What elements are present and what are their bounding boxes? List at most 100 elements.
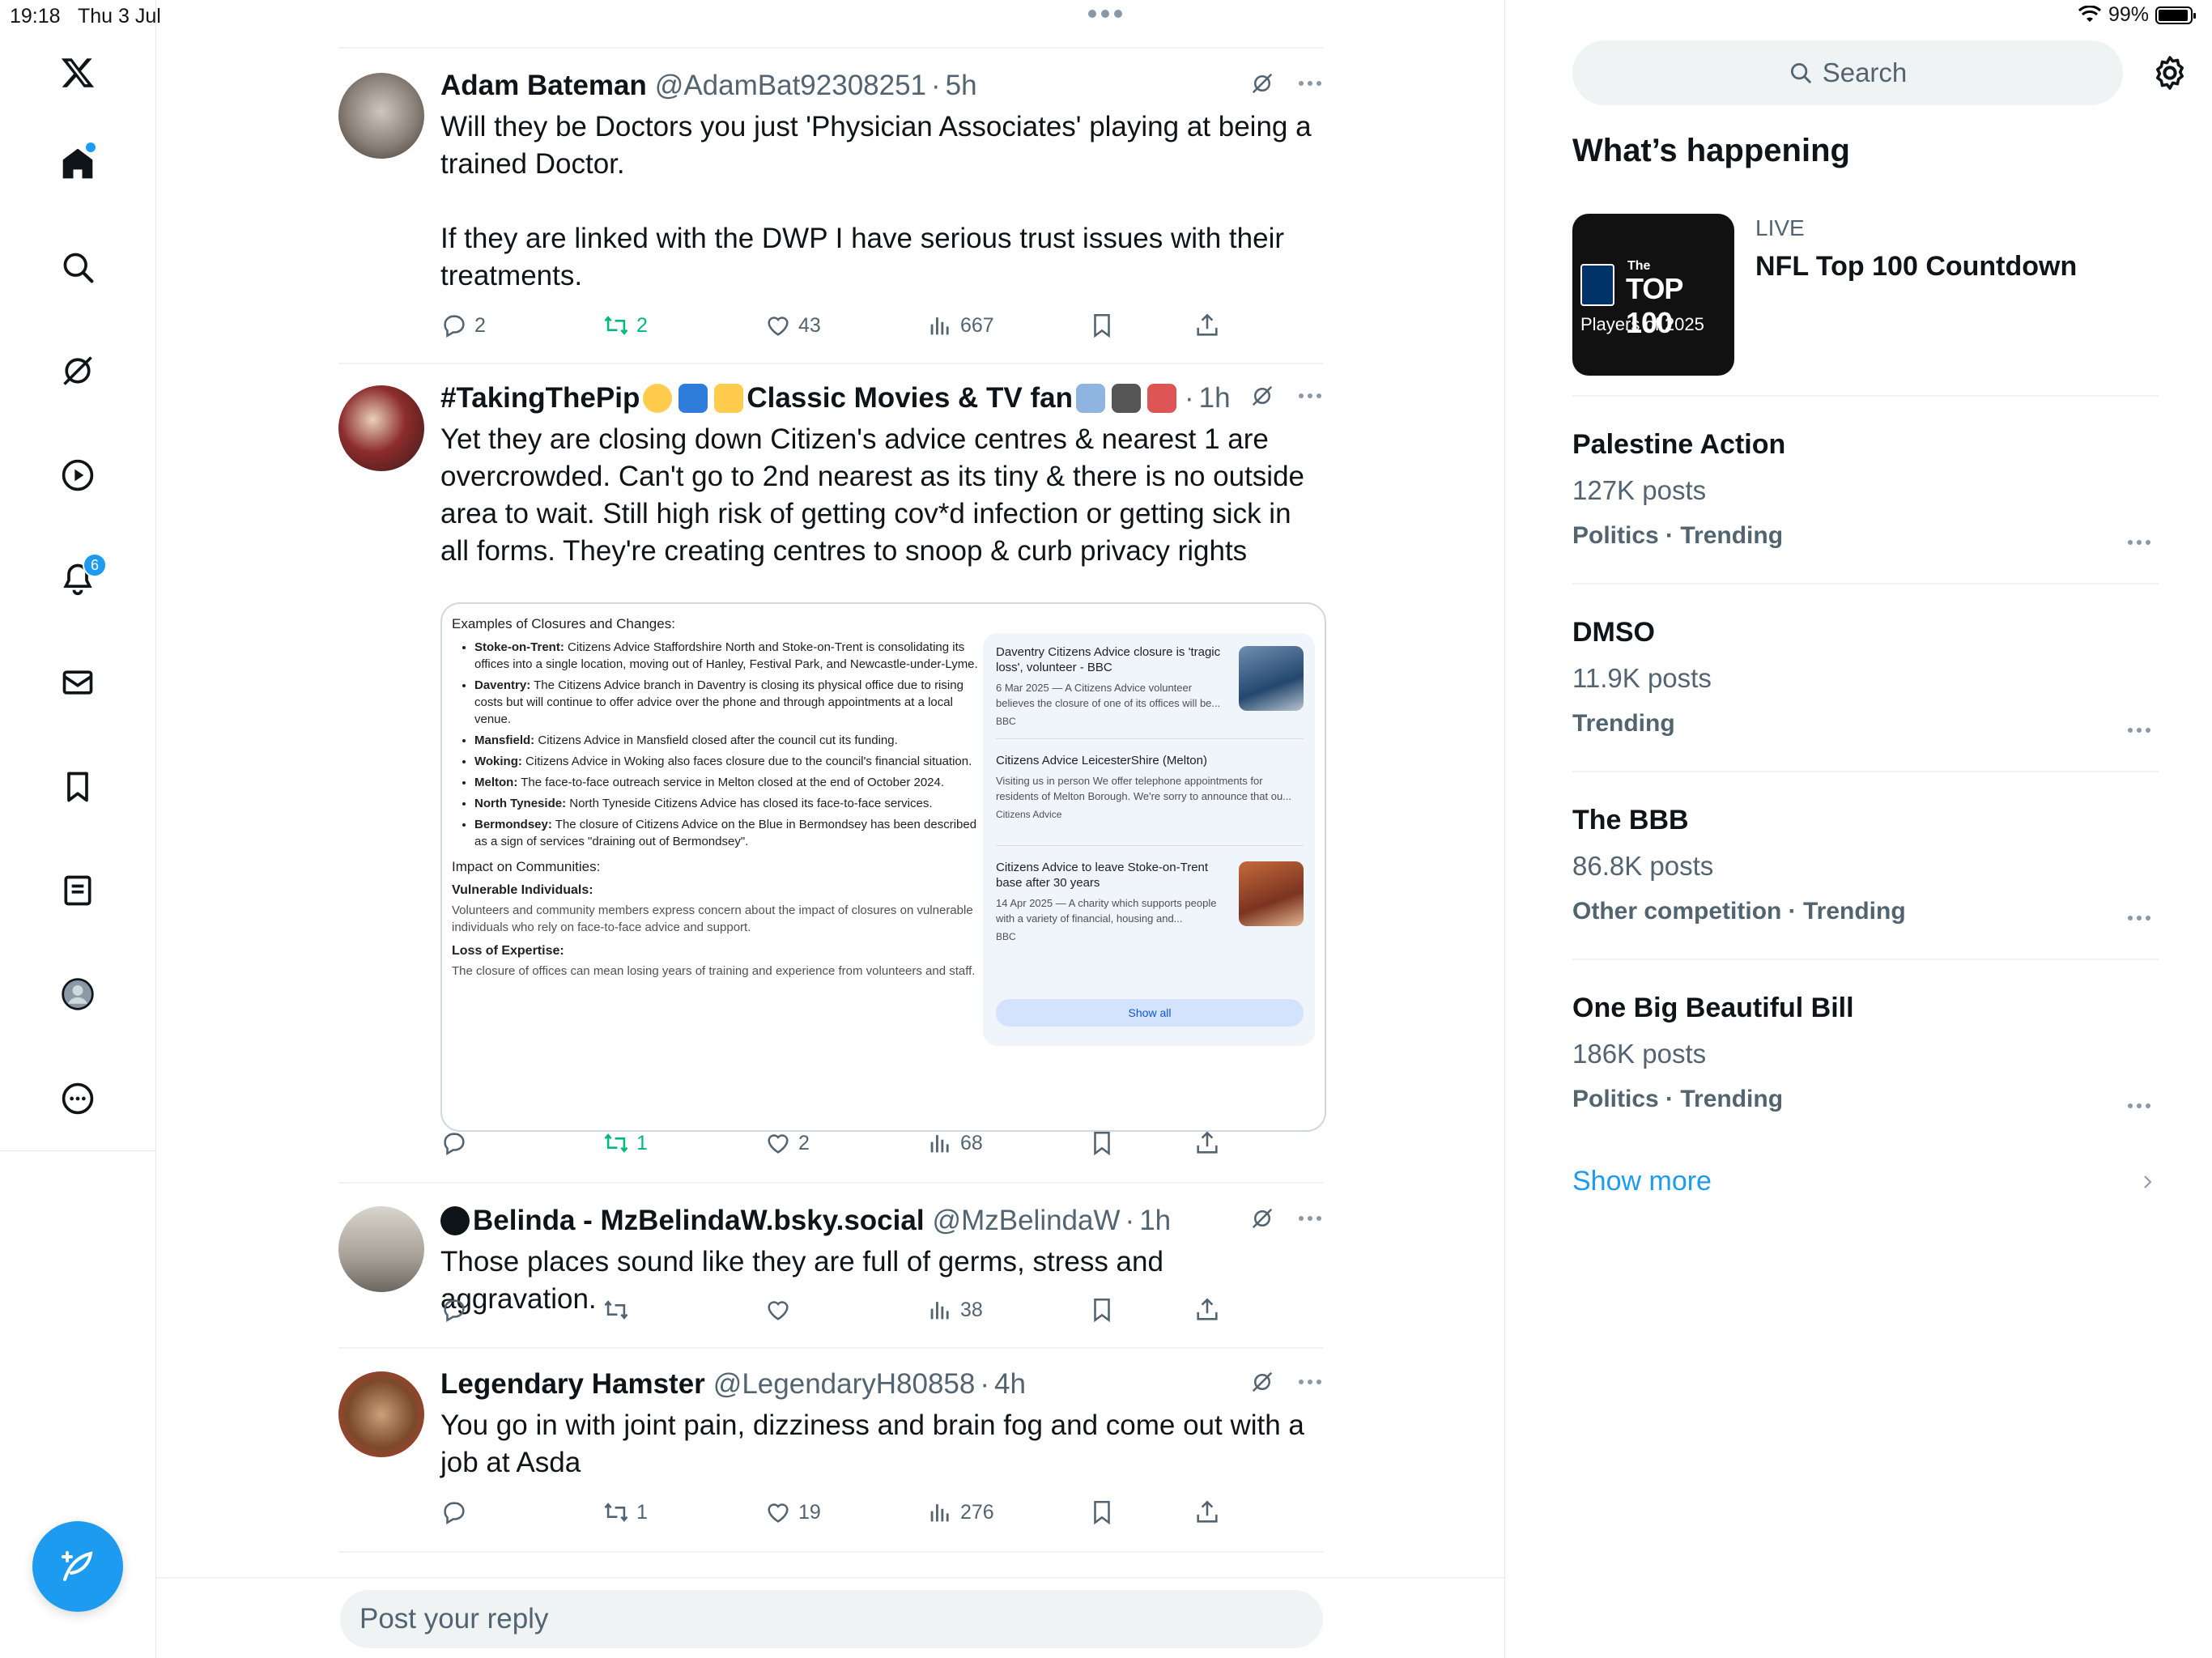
search-icon[interactable] bbox=[55, 244, 100, 290]
grok-icon[interactable] bbox=[1250, 1370, 1274, 1394]
tweet-time[interactable]: 5h bbox=[946, 70, 977, 102]
trend-item[interactable]: DMSO 11.9K posts Trending bbox=[1572, 617, 2159, 738]
x-logo-icon[interactable] bbox=[55, 50, 100, 96]
trend-count: 86.8K posts bbox=[1572, 851, 1714, 881]
tweet[interactable]: #TakingThePip Classic Movies & TV fan · … bbox=[338, 363, 1326, 1182]
divider bbox=[1572, 395, 2159, 397]
more-icon[interactable] bbox=[1297, 392, 1323, 400]
like-button[interactable]: 2 bbox=[764, 1127, 810, 1159]
more-icon[interactable] bbox=[1297, 1378, 1323, 1386]
tweet-time[interactable]: 4h bbox=[994, 1368, 1026, 1401]
more-icon[interactable] bbox=[1297, 1214, 1323, 1222]
video-icon[interactable] bbox=[55, 453, 100, 498]
source-card: Citizens Advice LeicesterShire (Melton) … bbox=[996, 754, 1292, 820]
retweet-button[interactable]: 2 bbox=[602, 309, 648, 342]
author-name[interactable]: Adam Bateman bbox=[440, 70, 647, 102]
grok-icon[interactable] bbox=[1250, 71, 1274, 96]
author-name[interactable]: Belinda - MzBelindaW.bsky.social bbox=[473, 1205, 925, 1237]
trend-more-icon[interactable] bbox=[2128, 916, 2150, 920]
show-more-link[interactable]: Show more bbox=[1572, 1166, 1712, 1197]
tweet-text: Will they be Doctors you just 'Physician… bbox=[440, 111, 1312, 291]
bookmark-button[interactable] bbox=[1088, 1294, 1116, 1326]
profile-icon[interactable] bbox=[55, 971, 100, 1017]
tweet-header: Legendary Hamster @LegendaryH80858 · 4h bbox=[440, 1367, 1323, 1402]
tweet-header: Adam Bateman @AdamBat92308251 · 5h bbox=[440, 68, 1323, 104]
avatar[interactable] bbox=[338, 385, 424, 471]
grok-icon[interactable] bbox=[1250, 1206, 1274, 1231]
share-button[interactable] bbox=[1193, 1127, 1221, 1159]
trend-meta: Politics · Trending bbox=[1572, 522, 1784, 549]
reply-button[interactable] bbox=[440, 1294, 474, 1326]
author-handle[interactable]: @LegendaryH80858 bbox=[713, 1368, 976, 1401]
share-button[interactable] bbox=[1193, 1496, 1221, 1528]
trend-item[interactable]: One Big Beautiful Bill 186K posts Politi… bbox=[1572, 993, 2159, 1113]
bookmark-button[interactable] bbox=[1088, 1127, 1116, 1159]
views-button[interactable]: 667 bbox=[926, 309, 994, 342]
bookmark-icon[interactable] bbox=[55, 764, 100, 810]
tweet-image[interactable]: Examples of Closures and Changes: Stoke-… bbox=[440, 602, 1326, 1132]
avatar[interactable] bbox=[338, 1371, 424, 1457]
author-name-suffix[interactable]: Classic Movies & TV fan bbox=[747, 382, 1073, 414]
main-column-border bbox=[1504, 0, 1505, 1658]
grok-icon[interactable] bbox=[1250, 384, 1274, 408]
live-event-thumbnail[interactable]: The TOP 100 Players of 2025 bbox=[1572, 214, 1734, 376]
like-button[interactable]: 43 bbox=[764, 309, 821, 342]
views-button[interactable]: 276 bbox=[926, 1496, 994, 1528]
retweet-button[interactable]: 1 bbox=[602, 1496, 648, 1528]
retweet-button[interactable] bbox=[602, 1294, 636, 1326]
trend-item[interactable]: Palestine Action 127K posts Politics · T… bbox=[1572, 429, 2159, 550]
bookmark-icon bbox=[1094, 313, 1110, 338]
bookmark-button[interactable] bbox=[1088, 1496, 1116, 1528]
like-button[interactable]: 19 bbox=[764, 1496, 821, 1528]
trend-more-icon[interactable] bbox=[2128, 1103, 2150, 1108]
nfl-logo-icon bbox=[1580, 264, 1614, 306]
reply-button[interactable]: 2 bbox=[440, 309, 486, 342]
like-icon bbox=[768, 1301, 789, 1320]
tweet[interactable]: Belinda - MzBelindaW.bsky.social @MzBeli… bbox=[338, 1182, 1323, 1347]
status-right: 99% bbox=[2078, 3, 2196, 27]
author-name[interactable]: Legendary Hamster bbox=[440, 1368, 705, 1401]
mail-icon[interactable] bbox=[55, 660, 100, 705]
more-icon[interactable] bbox=[55, 1076, 100, 1121]
share-button[interactable] bbox=[1193, 1294, 1221, 1326]
tweet-content: Legendary Hamster @LegendaryH80858 · 4h … bbox=[440, 1367, 1323, 1482]
trend-name: DMSO bbox=[1572, 617, 1655, 648]
retweet-button[interactable]: 1 bbox=[602, 1127, 648, 1159]
tweet-text: Yet they are closing down Citizen's advi… bbox=[440, 423, 1312, 567]
tweet[interactable]: Adam Bateman @AdamBat92308251 · 5h Will … bbox=[338, 47, 1323, 364]
home-icon[interactable] bbox=[55, 141, 100, 186]
battery-percent: 99% bbox=[2108, 3, 2149, 26]
bell-icon[interactable]: 6 bbox=[55, 553, 107, 602]
reply-input[interactable]: Post your reply bbox=[340, 1590, 1323, 1648]
reply-button[interactable] bbox=[440, 1496, 474, 1528]
trend-more-icon[interactable] bbox=[2128, 728, 2150, 733]
views-button[interactable]: 38 bbox=[926, 1294, 983, 1326]
avatar[interactable] bbox=[338, 1206, 424, 1292]
share-button[interactable] bbox=[1193, 309, 1221, 342]
list-item: Melton: The face-to-face outreach servic… bbox=[474, 774, 986, 791]
views-button[interactable]: 68 bbox=[926, 1127, 983, 1159]
search-input[interactable]: Search bbox=[1572, 40, 2123, 105]
author-handle[interactable]: @MzBelindaW bbox=[933, 1205, 1121, 1237]
gear-icon[interactable] bbox=[2150, 53, 2189, 92]
trend-more-icon[interactable] bbox=[2128, 540, 2150, 545]
grok-icon[interactable] bbox=[55, 348, 100, 393]
tweet-time[interactable]: 1h bbox=[1199, 382, 1231, 414]
tweet[interactable]: Legendary Hamster @LegendaryH80858 · 4h … bbox=[338, 1347, 1323, 1553]
avatar[interactable] bbox=[338, 73, 424, 159]
reply-button[interactable] bbox=[440, 1127, 474, 1159]
like-button[interactable] bbox=[764, 1294, 798, 1326]
live-event-title[interactable]: NFL Top 100 Countdown bbox=[1755, 251, 2077, 283]
tweet-time[interactable]: 1h bbox=[1139, 1205, 1171, 1237]
trend-item[interactable]: The BBB 86.8K posts Other competition · … bbox=[1572, 805, 2159, 925]
more-icon[interactable] bbox=[1297, 79, 1323, 87]
tv-emoji-icon bbox=[1111, 384, 1141, 413]
tweet-header: #TakingThePip Classic Movies & TV fan · … bbox=[440, 380, 1323, 416]
bookmark-button[interactable] bbox=[1088, 309, 1116, 342]
list-icon[interactable] bbox=[55, 868, 100, 913]
compose-button[interactable] bbox=[32, 1521, 123, 1612]
author-handle[interactable]: @AdamBat92308251 bbox=[655, 70, 926, 102]
author-name[interactable]: #TakingThePip bbox=[440, 382, 640, 414]
share-icon bbox=[1197, 1298, 1218, 1320]
more-dots-icon[interactable] bbox=[1088, 10, 1122, 18]
